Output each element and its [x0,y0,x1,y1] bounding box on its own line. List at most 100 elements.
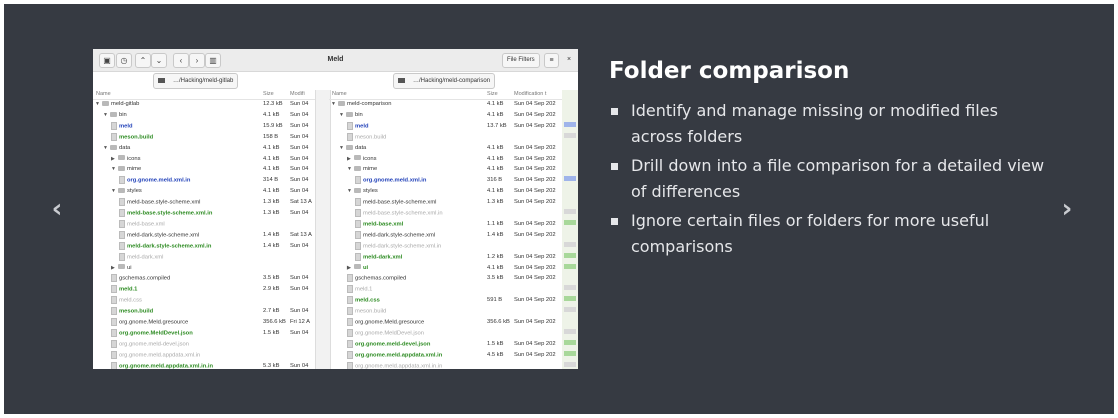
expander-closed-icon[interactable]: ▶ [111,264,118,274]
table-row[interactable]: org.gnome.meld.appdata.xml.in.in 5.3 kB Su… [93,361,315,369]
expander-closed-icon[interactable]: ▶ [347,155,354,165]
table-row[interactable]: meld.css 591 B Sun 04 Sep 202 [329,296,562,306]
row-size: 5.3 kB [263,362,280,369]
table-row[interactable]: ▶ icons 4.1 kB Sun 04 [93,155,315,165]
table-row[interactable]: meld-base.xml [93,219,315,230]
left-path-button[interactable]: …/Hacking/meld-gitlab [153,73,239,89]
expander-open-icon[interactable]: ▼ [95,100,102,110]
expander-open-icon[interactable]: ▼ [347,187,354,197]
table-row[interactable]: meld-base.style-scheme.xml 1.3 kB Sat 13 A [93,198,315,208]
file-icon [111,339,117,348]
column-size[interactable]: Size [263,90,274,99]
back-icon[interactable]: ‹ [173,53,189,68]
down-icon[interactable]: ⌄ [151,53,167,68]
close-icon[interactable]: × [563,53,575,66]
history-icon[interactable]: ◷ [116,53,132,68]
column-size[interactable]: Size [487,90,498,99]
left-folder-pane[interactable]: Name Size Modifi ▼ meld-gitlab 12.3 kB Sun … [93,90,315,369]
table-row[interactable]: ▼ mime 4.1 kB Sun 04 Sep 202 [329,165,562,175]
expander-open-icon[interactable]: ▼ [103,111,110,121]
table-row[interactable]: meld.css [93,296,315,306]
expander-closed-icon[interactable]: ▶ [347,264,354,274]
table-row[interactable]: gschemas.compiled 3.5 kB Sun 04 Sep 202 [329,274,562,284]
table-row[interactable]: org.gnome.meld.appdata.xml.in [93,350,315,361]
table-row[interactable]: meld-dark.xml [93,252,315,263]
table-row[interactable]: ▼ styles 4.1 kB Sun 04 Sep 202 [329,187,562,197]
table-row[interactable]: gschemas.compiled 3.5 kB Sun 04 [93,274,315,284]
table-row[interactable]: ▶ ui [93,264,315,274]
overview-band [564,121,576,127]
table-row[interactable]: meson.build [329,132,562,143]
table-row[interactable]: meld.1 [329,285,562,295]
table-row[interactable]: meld 13.7 kB Sun 04 Sep 202 [329,121,562,132]
table-row[interactable]: org.gnome.meld.appdata.xml.in.in [329,361,562,369]
expander-open-icon[interactable]: ▼ [339,111,346,121]
save-icon[interactable]: ▣ [99,53,115,68]
expander-open-icon[interactable]: ▼ [339,144,346,154]
table-row[interactable]: org.gnome.meld-devel.json 1.5 kB Sun 04 Se… [329,339,562,350]
table-row[interactable]: ▼ data 4.1 kB Sun 04 Sep 202 [329,144,562,154]
table-row[interactable]: ▼ data 4.1 kB Sun 04 [93,144,315,154]
table-row[interactable]: org.gnome.meld-devel.json [93,339,315,350]
table-row[interactable]: org.gnome.Meld.gresource 356.6 kB Sun 04 S… [329,318,562,328]
right-folder-pane[interactable]: Name Size Modification t ▼ meld-compariso… [329,90,562,369]
expander-open-icon[interactable]: ▼ [347,165,354,175]
table-row[interactable]: ▼ meld-comparison 4.1 kB Sun 04 Sep 202 [329,100,562,110]
expander-open-icon[interactable]: ▼ [111,165,118,175]
column-modified[interactable]: Modification t [514,90,546,99]
table-row[interactable]: org.gnome.MeldDevel.json [329,328,562,339]
table-row[interactable]: meld-dark.style-scheme.xml 1.4 kB Sun 04 S… [329,230,562,241]
table-row[interactable]: meson.build 2.7 kB Sun 04 [93,307,315,317]
file-icon [347,121,353,130]
overview-band [564,307,576,313]
row-name-text: org.gnome.Meld.gresource [355,319,425,326]
row-name: org.gnome.meld.appdata.xml.in [347,350,442,361]
row-size: 4.1 kB [263,188,280,195]
right-path-button[interactable]: …/Hacking/meld-comparison [393,73,496,89]
table-row[interactable]: org.gnome.MeldDevel.json 1.5 kB Sun 04 [93,328,315,339]
carousel-prev-button[interactable]: ‹ [42,194,72,224]
table-row[interactable]: ▼ styles 4.1 kB Sun 04 [93,187,315,197]
table-row[interactable]: org.gnome.meld.xml.in 316 B Sun 04 Sep 202 [329,176,562,186]
row-name-text: org.gnome.MeldDevel.json [119,330,193,337]
file-icon [355,209,361,217]
table-row[interactable]: meld.1 2.9 kB Sun 04 [93,285,315,295]
overview-map[interactable] [562,90,578,369]
column-name[interactable]: Name [96,90,111,99]
menu-icon[interactable]: ≡ [544,53,559,68]
table-row[interactable]: meson.build 158 B Sun 04 [93,132,315,143]
table-row[interactable]: meld-dark.style-scheme.xml 1.4 kB Sat 13 A [93,230,315,241]
file-filters-button[interactable]: File Filters [502,53,540,68]
table-row[interactable]: org.gnome.Meld.gresource 356.6 kB Fri 12 A [93,318,315,328]
table-row[interactable]: meld 15.9 kB Sun 04 [93,121,315,132]
column-modified[interactable]: Modifi [290,90,305,99]
table-row[interactable]: meld-base.style-scheme.xml.in 1.3 kB Sun 0… [93,209,315,219]
row-name-text: org.gnome.meld.xml.in [363,177,427,184]
row-size: 3.5 kB [263,275,280,282]
trash-icon[interactable]: ▥ [205,53,221,68]
table-row[interactable]: meld-base.style-scheme.xml 1.3 kB Sun 04 S… [329,198,562,208]
table-row[interactable]: ▶ ui 4.1 kB Sun 04 Sep 202 [329,264,562,274]
expander-open-icon[interactable]: ▼ [103,144,110,154]
table-row[interactable]: meld-dark.style-scheme.xml.in 1.4 kB Sun 0… [93,241,315,252]
carousel-next-button[interactable]: › [1052,194,1082,224]
expander-open-icon[interactable]: ▼ [111,187,118,197]
up-icon[interactable]: ⌃ [135,53,151,68]
row-name: meld-base.style-scheme.xml [355,198,436,208]
table-row[interactable]: meld-dark.style-scheme.xml.in [329,241,562,252]
expander-open-icon[interactable]: ▼ [331,100,338,110]
table-row[interactable]: org.gnome.meld.xml.in 314 B Sun 04 [93,176,315,186]
table-row[interactable]: meld-base.xml 1.1 kB Sun 04 Sep 202 [329,219,562,230]
expander-closed-icon[interactable]: ▶ [111,155,118,165]
forward-icon[interactable]: › [189,53,205,68]
table-row[interactable]: ▼ mime 4.1 kB Sun 04 [93,165,315,175]
table-row[interactable]: ▼ bin 4.1 kB Sun 04 Sep 202 [329,111,562,121]
table-row[interactable]: meson.build [329,307,562,317]
column-name[interactable]: Name [332,90,347,99]
table-row[interactable]: ▼ meld-gitlab 12.3 kB Sun 04 [93,100,315,110]
table-row[interactable]: meld-base.style-scheme.xml.in [329,209,562,219]
table-row[interactable]: org.gnome.meld.appdata.xml.in 4.5 kB Sun 0… [329,350,562,361]
table-row[interactable]: meld-dark.xml 1.2 kB Sun 04 Sep 202 [329,252,562,263]
table-row[interactable]: ▶ icons 4.1 kB Sun 04 Sep 202 [329,155,562,165]
table-row[interactable]: ▼ bin 4.1 kB Sun 04 [93,111,315,121]
